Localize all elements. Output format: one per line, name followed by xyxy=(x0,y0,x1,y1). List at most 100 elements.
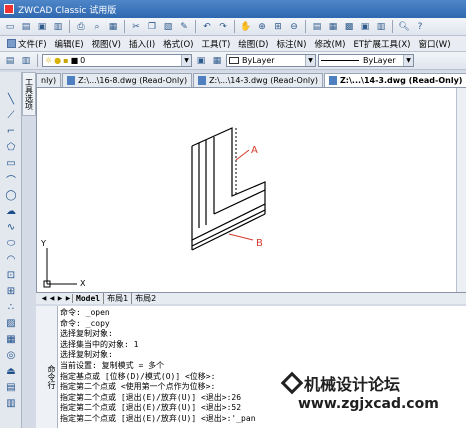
polyline-icon[interactable]: ⌐ xyxy=(4,124,18,138)
rectangle-icon[interactable]: ▭ xyxy=(4,156,18,170)
new-file-icon[interactable]: ▭ xyxy=(3,20,17,34)
print-icon[interactable]: ⎙ xyxy=(74,20,88,34)
tool-palette-tab[interactable]: 工具选项 xyxy=(22,72,36,116)
lock-icon: ▪ xyxy=(63,56,69,65)
command-line: 命令: _copy xyxy=(60,318,110,328)
open-file-icon[interactable]: ▤ xyxy=(19,20,33,34)
line-icon[interactable]: ╲ xyxy=(4,92,18,106)
doc-tab-active[interactable]: Z:\...\14-3.dwg (Read-Only) xyxy=(324,73,466,87)
point-icon[interactable]: ∴ xyxy=(4,300,18,314)
mtext-icon[interactable]: ▥ xyxy=(4,396,18,410)
watermark-url: www.zgjxcad.com xyxy=(298,396,439,412)
color-swatch xyxy=(229,57,239,64)
design-center-icon[interactable]: ▦ xyxy=(326,20,340,34)
menu-file[interactable]: 文件(F) xyxy=(3,38,51,50)
layer-tool-icon[interactable]: ▥ xyxy=(374,20,388,34)
circle-icon[interactable]: ◯ xyxy=(4,188,18,202)
linetype-value: ByLayer xyxy=(363,56,396,65)
make-block-icon[interactable]: ⊞ xyxy=(4,284,18,298)
print-preview-icon[interactable]: ⌕ xyxy=(90,20,104,34)
table-icon[interactable]: ▤ xyxy=(4,380,18,394)
zoom-realtime-icon[interactable]: ⊕ xyxy=(255,20,269,34)
arc-icon[interactable]: ⌒ xyxy=(4,172,18,187)
menu-window[interactable]: 窗口(W) xyxy=(414,38,454,50)
toolbar-separator xyxy=(305,20,306,33)
undo-icon[interactable]: ↶ xyxy=(200,20,214,34)
standard-toolbar: ▭ ▤ ▣ ▥ ⎙ ⌕ ▦ ✂ ❐ ▧ ✎ ↶ ↷ ✋ ⊕ ⊞ ⊖ ▤ ▦ ▩ … xyxy=(0,18,466,36)
leader-a xyxy=(235,149,250,161)
menu-view[interactable]: 视图(V) xyxy=(88,38,125,50)
publish-icon[interactable]: ▥ xyxy=(51,20,65,34)
pan-icon[interactable]: ✋ xyxy=(239,20,253,34)
menu-insert[interactable]: 插入(I) xyxy=(125,38,159,50)
layer-dropdown[interactable]: ☼ ● ▪ ■ 0 ▼ xyxy=(42,54,192,67)
menu-tools[interactable]: 工具(T) xyxy=(197,38,234,50)
match-properties-icon[interactable]: ✎ xyxy=(177,20,191,34)
properties-icon[interactable]: ▤ xyxy=(310,20,324,34)
quick-calc-icon[interactable]: ▣ xyxy=(358,20,372,34)
watermark-logo-icon xyxy=(280,371,304,395)
command-line-tab[interactable]: 命令行 xyxy=(36,306,58,428)
layer-state-icon[interactable]: ▦ xyxy=(210,54,224,68)
save-icon[interactable]: ▣ xyxy=(35,20,49,34)
toolbar-separator xyxy=(195,20,196,33)
menu-draw[interactable]: 绘图(D) xyxy=(234,38,272,50)
layer-manager-icon[interactable]: ▤ xyxy=(3,54,17,68)
menu-dimension[interactable]: 标注(N) xyxy=(272,38,310,50)
zoom-previous-icon[interactable]: ⊖ xyxy=(287,20,301,34)
menu-format[interactable]: 格式(O) xyxy=(159,38,197,50)
tab-layout-2[interactable]: 布局2 xyxy=(131,293,159,304)
watermark-title: 机械设计论坛 xyxy=(280,371,400,395)
menu-modify[interactable]: 修改(M) xyxy=(310,38,349,50)
current-layer-name: 0 xyxy=(80,56,86,65)
title-bar: ZWCAD Classic 试用版 xyxy=(0,0,466,18)
cut-icon[interactable]: ✂ xyxy=(129,20,143,34)
command-line: 指定第二个点或 [退出(E)/放弃(U)] <退出>:'_pan xyxy=(60,413,256,423)
copy-icon[interactable]: ❐ xyxy=(145,20,159,34)
doc-tab[interactable]: Z:\...\16-8.dwg (Read-Only) xyxy=(62,73,193,87)
polygon-icon[interactable]: ⬠ xyxy=(4,140,18,154)
last-tab-icon[interactable]: ▶ xyxy=(64,295,72,302)
layout-tabs: ◀ ◀ ▶ ▶ Model 布局1 布局2 xyxy=(36,292,466,304)
ellipse-icon[interactable]: ⬭ xyxy=(4,236,18,250)
insert-block-icon[interactable]: ⊡ xyxy=(4,268,18,282)
first-tab-icon[interactable]: ◀ xyxy=(40,295,48,302)
layer-previous-icon[interactable]: ▥ xyxy=(19,54,33,68)
revision-cloud-icon[interactable]: ☁ xyxy=(4,204,18,218)
menu-et-express[interactable]: ET扩展工具(X) xyxy=(349,38,414,50)
menu-edit[interactable]: 编辑(E) xyxy=(51,38,88,50)
axis-y-label: Y xyxy=(40,239,46,248)
ray-icon[interactable]: ⟋ xyxy=(4,108,18,122)
next-tab-icon[interactable]: ▶ xyxy=(56,295,64,302)
wipeout-icon[interactable]: ⏏ xyxy=(4,364,18,378)
ucs-icon xyxy=(43,248,77,288)
color-dropdown[interactable]: ByLayer ▼ xyxy=(226,54,316,67)
color-square-icon: ■ xyxy=(70,56,79,65)
region-icon[interactable]: ◎ xyxy=(4,348,18,362)
zoom-window-icon[interactable]: ⊞ xyxy=(271,20,285,34)
spline-icon[interactable]: ∿ xyxy=(4,220,18,234)
command-line: 指定第二个点或 <使用第一个点作为位移>: xyxy=(60,382,216,392)
doc-tab[interactable]: Z:\...\14-3.dwg (Read-Only) xyxy=(193,73,323,87)
tab-layout-1[interactable]: 布局1 xyxy=(103,293,131,304)
redo-icon[interactable]: ↷ xyxy=(216,20,230,34)
geom-edge xyxy=(213,189,266,215)
ellipse-arc-icon[interactable]: ◠ xyxy=(4,252,18,266)
bulb-icon: ☼ xyxy=(45,56,53,65)
doc-tab[interactable]: nly) xyxy=(36,73,62,87)
make-current-layer-icon[interactable]: ▣ xyxy=(194,54,208,68)
help-icon[interactable]: ? xyxy=(413,20,427,34)
tab-model[interactable]: Model xyxy=(72,294,103,303)
search-icon[interactable]: 🔍︎ xyxy=(397,20,411,34)
paste-icon[interactable]: ▧ xyxy=(161,20,175,34)
prev-tab-icon[interactable]: ◀ xyxy=(48,295,56,302)
drawing-canvas[interactable]: A B Y X xyxy=(36,88,460,292)
linetype-dropdown[interactable]: ByLayer ▼ xyxy=(318,54,414,67)
plot-icon[interactable]: ▦ xyxy=(106,20,120,34)
hatch-icon[interactable]: ▨ xyxy=(4,316,18,330)
chevron-down-icon: ▼ xyxy=(305,55,315,66)
tool-palette-icon[interactable]: ▩ xyxy=(342,20,356,34)
toolbar-separator xyxy=(392,20,393,33)
vertical-scrollbar[interactable] xyxy=(456,88,466,292)
gradient-icon[interactable]: ▦ xyxy=(4,332,18,346)
